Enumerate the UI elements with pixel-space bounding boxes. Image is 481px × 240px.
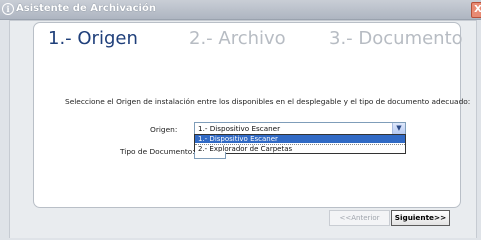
origen-selected-value: 1.- Dispositivo Escaner (198, 124, 281, 133)
window-title: Asistente de Archivación (16, 3, 156, 14)
close-button[interactable]: X (471, 2, 481, 18)
tipo-documento-select[interactable] (194, 152, 226, 159)
step-documento: 3.- Documento (329, 28, 463, 49)
wizard-panel (33, 22, 461, 208)
option-explorador-carpetas[interactable]: 2.- Explorador de Carpetas (195, 144, 405, 153)
option-dispositivo-escaner[interactable]: 1.- Dispositivo Escaner (195, 135, 405, 143)
step-archivo: 2.- Archivo (189, 28, 286, 49)
step-origen: 1.- Origen (48, 28, 138, 49)
title-bar: i Asistente de Archivación X (0, 0, 481, 20)
next-button[interactable]: Siguiente>> (391, 210, 450, 226)
previous-button[interactable]: <<Anterior (329, 210, 390, 226)
tipo-documento-label: Tipo de Documento: (120, 147, 195, 156)
info-icon: i (2, 3, 14, 15)
origen-dropdown-list: 1.- Dispositivo Escaner 2.- Explorador d… (194, 134, 406, 154)
origen-label: Origen: (150, 125, 178, 134)
instruction-text: Seleccione el Origen de instalación entr… (65, 97, 471, 106)
chevron-down-icon[interactable]: ▼ (392, 123, 405, 134)
